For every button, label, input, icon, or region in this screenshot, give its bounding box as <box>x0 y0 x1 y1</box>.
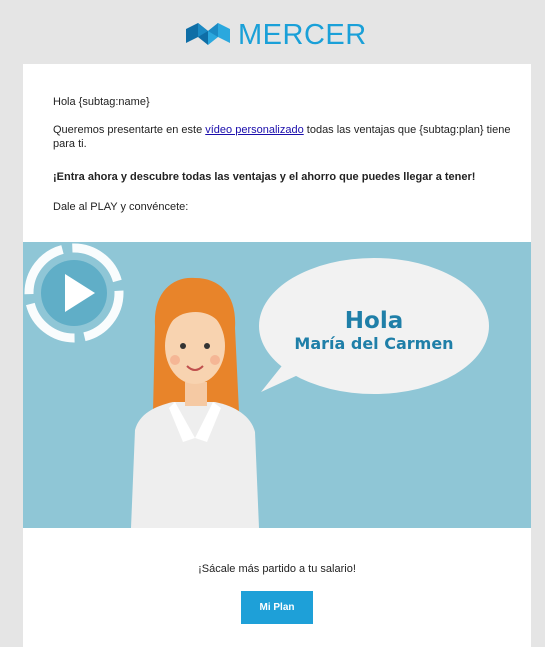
play-prompt: Dale al PLAY y convéncete: <box>53 201 189 213</box>
bubble-name: María del Carmen <box>294 334 454 353</box>
intro-paragraph: Queremos presentarte en este vídeo perso… <box>53 123 513 151</box>
mercer-logo-icon <box>186 23 230 45</box>
greeting: Hola {subtag:name} <box>53 96 150 108</box>
video-player[interactable]: Hola María del Carmen <box>23 242 531 528</box>
bubble-greeting: Hola <box>344 308 404 334</box>
personalized-video-link[interactable]: vídeo personalizado <box>205 124 303 136</box>
emphasis-text: ¡Entra ahora y descubre todas las ventaj… <box>53 171 476 183</box>
woman-face <box>165 308 225 384</box>
play-icon[interactable] <box>23 242 125 344</box>
email-body: Hola {subtag:name} Queremos presentarte … <box>23 64 531 647</box>
email-header: MERCER <box>0 0 545 64</box>
mi-plan-button[interactable]: Mi Plan <box>241 591 313 624</box>
logo-text: MERCER <box>238 19 367 51</box>
woman-shirt <box>131 402 259 528</box>
mercer-logo[interactable]: MERCER <box>186 19 367 51</box>
intro-text-before: Queremos presentarte en este <box>53 124 206 136</box>
cta-tagline: ¡Sácale más partido a tu salario! <box>198 563 356 575</box>
